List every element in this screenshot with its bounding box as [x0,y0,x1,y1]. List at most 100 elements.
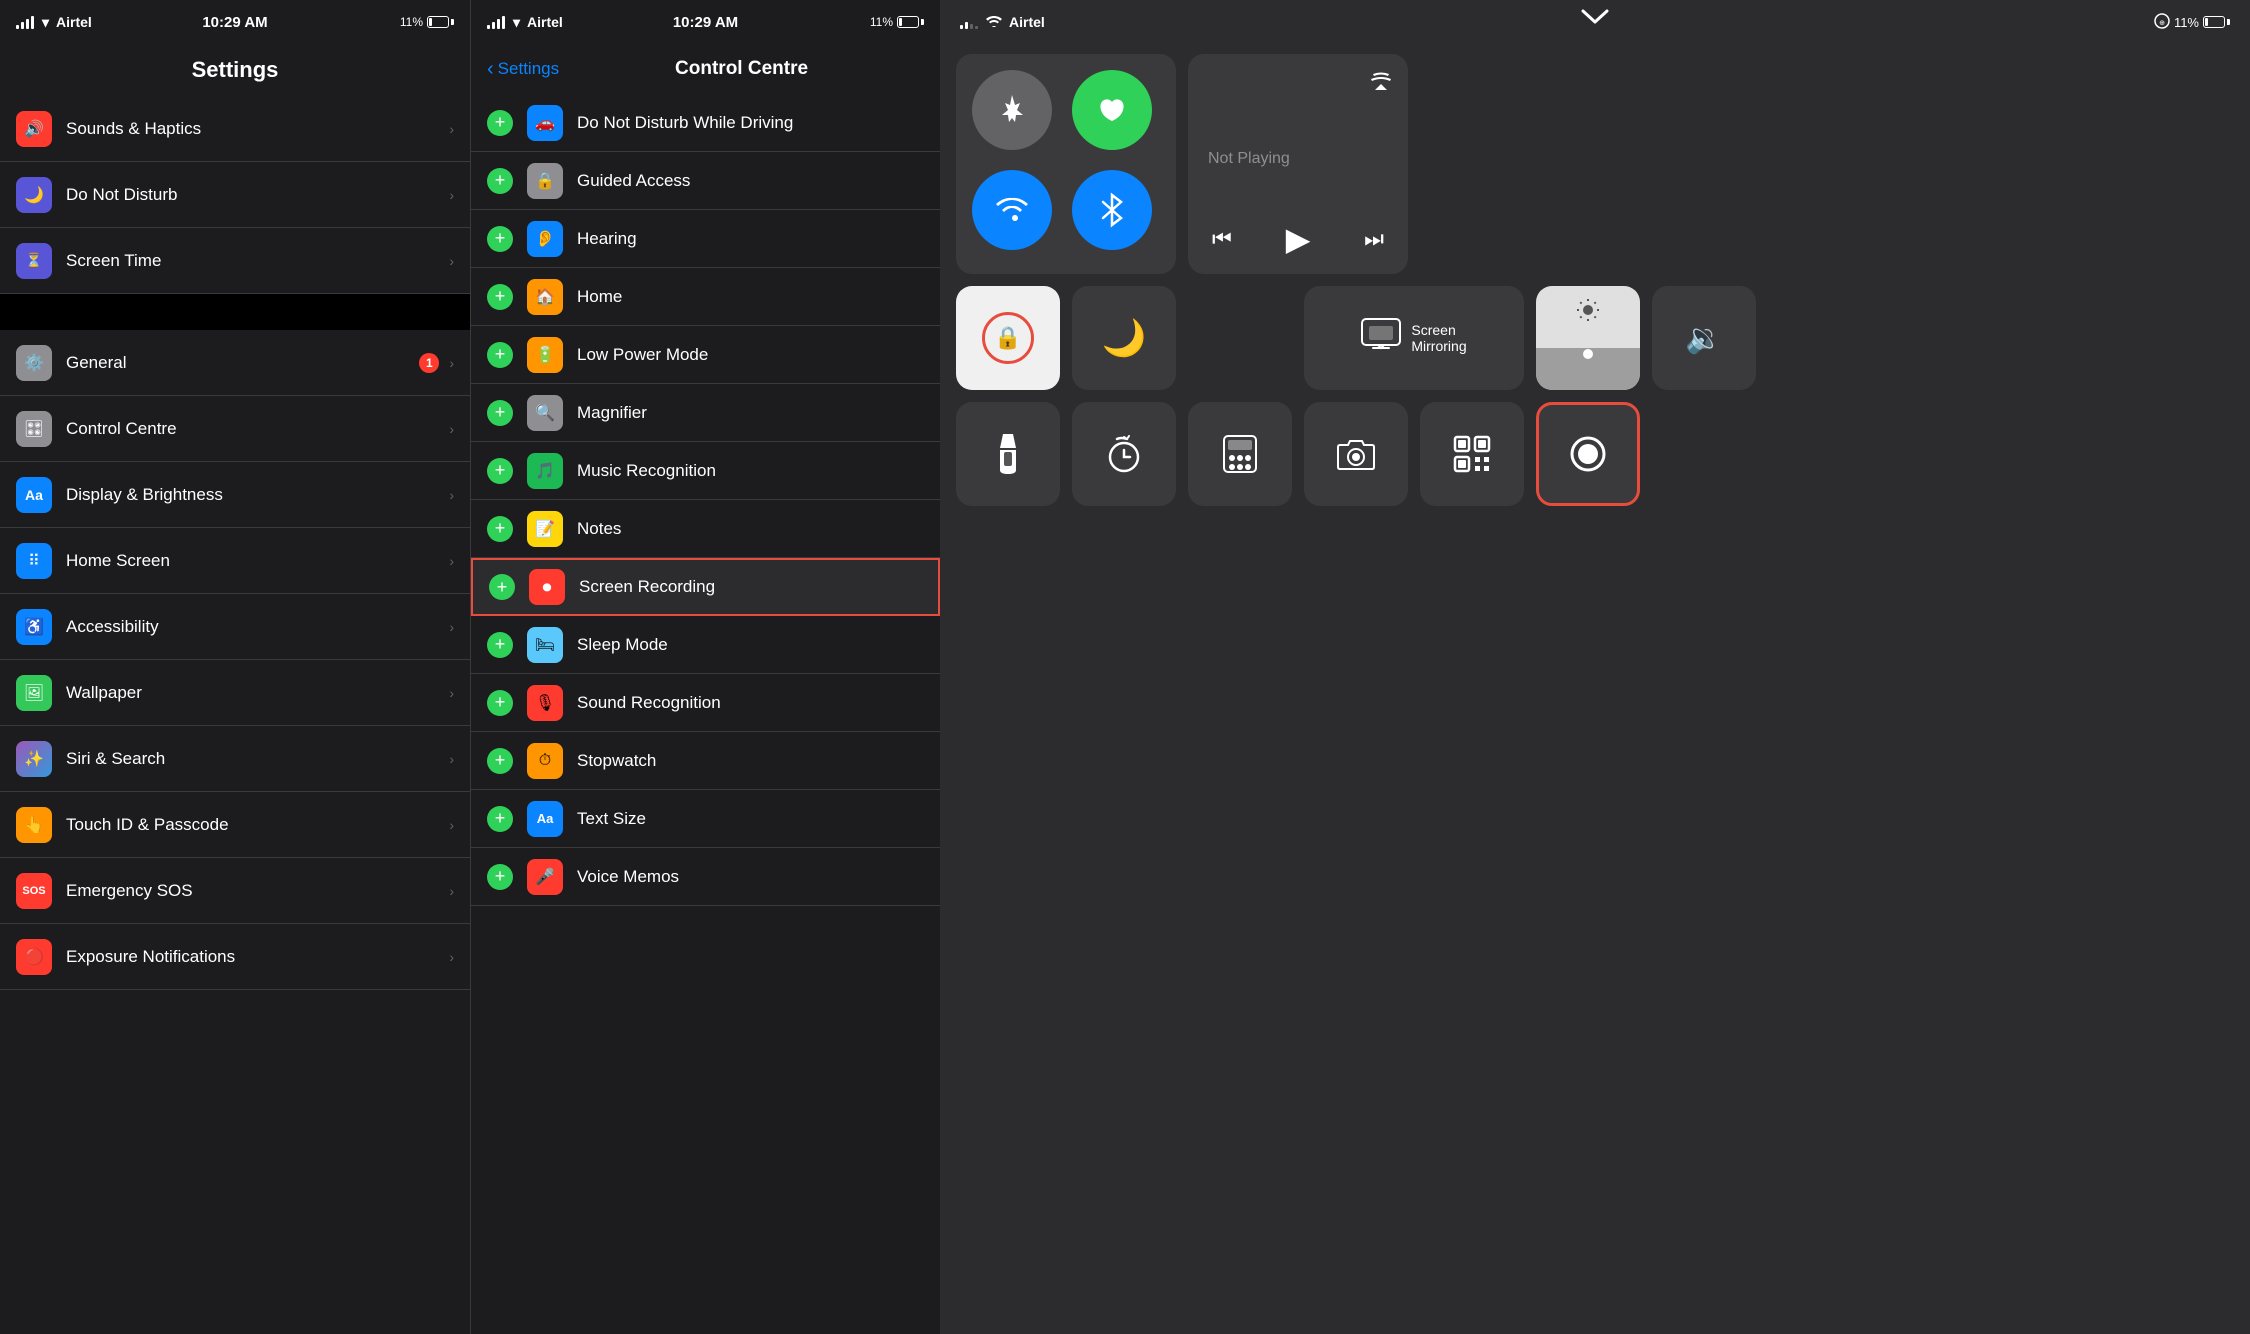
camera-button[interactable] [1304,402,1408,506]
battery-tip [451,19,454,25]
control-item-home[interactable]: + 🏠 Home [471,268,940,326]
control-item-lowpower[interactable]: + 🔋 Low Power Mode [471,326,940,384]
screen-mirroring-button[interactable]: Screen Mirroring [1304,286,1524,390]
settings-item-controlcentre[interactable]: 🎛 Control Centre › [0,396,470,462]
add-button-textsize[interactable]: + [487,806,513,832]
next-track-button[interactable]: ⏭ [1364,226,1384,252]
settings-item-wallpaper[interactable]: 🖼 Wallpaper › [0,660,470,726]
control-item-hearing[interactable]: + 👂 Hearing [471,210,940,268]
control-item-voicememos[interactable]: + 🎤 Voice Memos [471,848,940,906]
settings-item-donotdisturb[interactable]: 🌙 Do Not Disturb › [0,162,470,228]
back-button[interactable]: ‹ Settings [487,58,559,81]
timer-button[interactable] [1072,402,1176,506]
mirroring-inner: Screen Mirroring [1361,318,1466,359]
bluetooth-button[interactable] [1072,170,1152,250]
home-icon: 🏠 [527,279,563,315]
chevron-icon: › [449,817,454,833]
cc-chevron-icon[interactable] [1581,0,1609,31]
airplane-mode-button[interactable] [972,70,1052,150]
sleepmode-label: Sleep Mode [577,635,924,655]
controlcentre-icon: 🎛 [16,411,52,447]
settings-item-general[interactable]: ⚙️ General 1 › [0,330,470,396]
signal-bar-1 [16,25,19,29]
add-button-home[interactable]: + [487,284,513,310]
lock-rotation-button[interactable]: 🔒 [956,286,1060,390]
status-bar-cc: ▾ Airtel 10:29 AM 11% [471,0,940,44]
wifi-icon-ui [986,14,1002,30]
add-button-screenrecording[interactable]: + [489,574,515,600]
settings-item-homescreen[interactable]: ⠿ Home Screen › [0,528,470,594]
signal-bar-4 [31,16,34,29]
airplay-icon[interactable] [1370,70,1392,97]
guidedaccess-icon: 🔒 [527,163,563,199]
control-item-soundrecognition[interactable]: + 🎙 Sound Recognition [471,674,940,732]
add-button-hearing[interactable]: + [487,226,513,252]
cc-status-bar: Airtel ⊕ 11% [940,0,2250,44]
homescreen-label: Home Screen [66,551,445,571]
flashlight-button[interactable] [956,402,1060,506]
cc-row-2: 🔒 🌙 Screen Mirroring [956,286,2234,390]
donotdisturbdriving-icon: 🚗 [527,105,563,141]
control-item-magnifier[interactable]: + 🔍 Magnifier [471,384,940,442]
play-button[interactable]: ▶ [1286,220,1311,258]
add-button-lowpower[interactable]: + [487,342,513,368]
settings-title-bar: Settings [0,44,470,96]
lowpower-icon: 🔋 [527,337,563,373]
settings-item-sounds[interactable]: 🔊 Sounds & Haptics › [0,96,470,162]
accessibility-label: Accessibility [66,617,445,637]
chevron-icon: › [449,355,454,371]
qr-code-button[interactable] [1420,402,1524,506]
signal-bar-4 [502,16,505,29]
settings-item-screentime[interactable]: ⏳ Screen Time › [0,228,470,294]
stopwatch-icon: ⏱ [527,743,563,779]
textsize-icon: Aa [527,801,563,837]
mirroring-label2: Mirroring [1411,338,1466,354]
wallpaper-label: Wallpaper [66,683,445,703]
add-button-donotdisturbdriving[interactable]: + [487,110,513,136]
settings-item-touchid[interactable]: 👆 Touch ID & Passcode › [0,792,470,858]
settings-title: Settings [192,57,279,83]
wifi-icon: ▾ [42,14,49,31]
now-playing-block: Not Playing ⏮ ▶ ⏭ [1188,54,1408,274]
control-item-donotdisturbdriving[interactable]: + 🚗 Do Not Disturb While Driving [471,94,940,152]
add-button-guidedaccess[interactable]: + [487,168,513,194]
settings-item-accessibility[interactable]: ♿ Accessibility › [0,594,470,660]
add-button-sleepmode[interactable]: + [487,632,513,658]
cellular-button[interactable] [1072,70,1152,150]
add-button-musicrecognition[interactable]: + [487,458,513,484]
control-item-guidedaccess[interactable]: + 🔒 Guided Access [471,152,940,210]
chevron-icon: › [449,751,454,767]
calculator-button[interactable] [1188,402,1292,506]
add-button-notes[interactable]: + [487,516,513,542]
siri-icon: ✨ [16,741,52,777]
control-item-musicrecognition[interactable]: + 🎵 Music Recognition [471,442,940,500]
settings-item-exposure[interactable]: 🔴 Exposure Notifications › [0,924,470,990]
settings-item-emergencysos[interactable]: SOS Emergency SOS › [0,858,470,924]
add-button-soundrecognition[interactable]: + [487,690,513,716]
add-button-magnifier[interactable]: + [487,400,513,426]
control-item-screenrecording[interactable]: + ⏺ Screen Recording [471,558,940,616]
battery-fill [429,18,432,26]
brightness-button[interactable] [1536,286,1640,390]
soundrecognition-icon: 🎙 [527,685,563,721]
display-icon: Aa [16,477,52,513]
control-item-sleepmode[interactable]: + 🛏 Sleep Mode [471,616,940,674]
control-item-stopwatch[interactable]: + ⏱ Stopwatch [471,732,940,790]
cc-grid: Not Playing ⏮ ▶ ⏭ 🔒 🌙 [940,44,2250,516]
settings-item-display[interactable]: Aa Display & Brightness › [0,462,470,528]
add-button-stopwatch[interactable]: + [487,748,513,774]
previous-track-button[interactable]: ⏮ [1212,226,1232,252]
control-item-textsize[interactable]: + Aa Text Size [471,790,940,848]
control-item-notes[interactable]: + 📝 Notes [471,500,940,558]
battery-icon-cc [897,16,924,28]
wifi-button[interactable] [972,170,1052,250]
screen-recording-ui-button[interactable] [1536,402,1640,506]
do-not-disturb-button[interactable]: 🌙 [1072,286,1176,390]
exposure-icon: 🔴 [16,939,52,975]
add-button-voicememos[interactable]: + [487,864,513,890]
control-centre-panel: ▾ Airtel 10:29 AM 11% ‹ Settings Control… [470,0,940,1334]
volume-button[interactable]: 🔉 [1652,286,1756,390]
hearing-icon: 👂 [527,221,563,257]
display-label: Display & Brightness [66,485,445,505]
settings-item-siri[interactable]: ✨ Siri & Search › [0,726,470,792]
